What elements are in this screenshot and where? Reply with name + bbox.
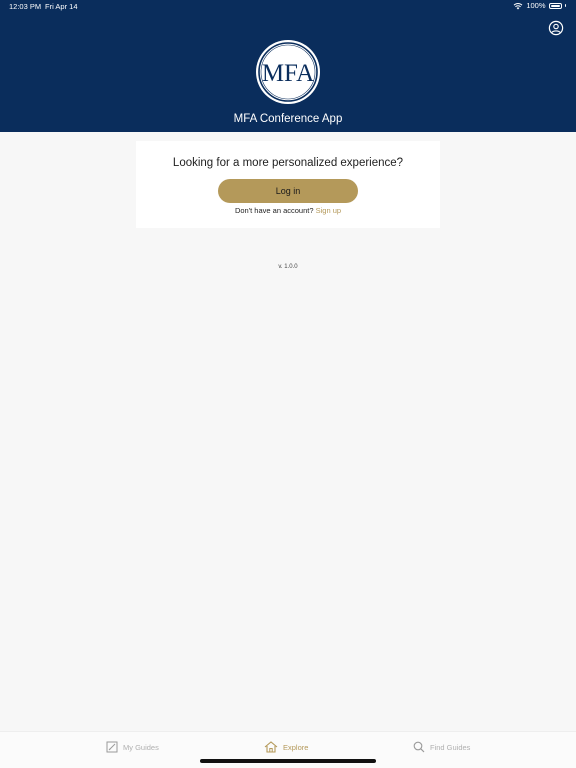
app-title: MFA Conference App <box>233 113 343 125</box>
battery-fill <box>550 4 560 7</box>
signup-line: Don't have an account? Sign up <box>136 206 440 215</box>
status-indicators: 100% <box>513 1 566 10</box>
battery-icon <box>548 2 562 9</box>
battery-tip <box>564 4 566 7</box>
home-icon <box>264 741 278 753</box>
search-icon <box>413 741 425 753</box>
home-indicator[interactable] <box>200 759 376 763</box>
guide-book-icon <box>106 741 118 753</box>
status-time: 12:03 PM <box>9 2 42 11</box>
no-account-text: Don't have an account? <box>234 206 314 215</box>
logo-seal: MFA <box>256 40 320 104</box>
login-card-heading: Looking for a more personalized experien… <box>172 157 404 169</box>
battery-percent: 100% <box>526 1 546 10</box>
logo-lettering: MFA <box>262 60 314 87</box>
signup-link[interactable]: Sign up <box>316 206 341 215</box>
tab-explore-label: Explore <box>283 742 309 752</box>
mfa-logo: MFA <box>256 40 320 104</box>
tab-find-guides[interactable]: Find Guides <box>413 739 470 755</box>
tab-find-guides-label: Find Guides <box>430 742 471 752</box>
app-header: 12:03 PM Fri Apr 14 100% MFA MFA Confere… <box>0 0 576 132</box>
status-date: Fri Apr 14 <box>45 2 78 11</box>
login-card: Looking for a more personalized experien… <box>136 141 440 228</box>
wifi-icon <box>513 2 523 9</box>
status-bar: 12:03 PM Fri Apr 14 100% <box>0 0 576 14</box>
app-version: v. 1.0.0 <box>278 264 298 270</box>
user-circle-icon[interactable] <box>548 20 564 36</box>
tab-my-guides-label: My Guides <box>123 742 159 752</box>
login-button[interactable]: Log in <box>218 179 358 203</box>
tab-my-guides[interactable]: My Guides <box>106 739 159 755</box>
tab-explore[interactable]: Explore <box>264 739 308 755</box>
